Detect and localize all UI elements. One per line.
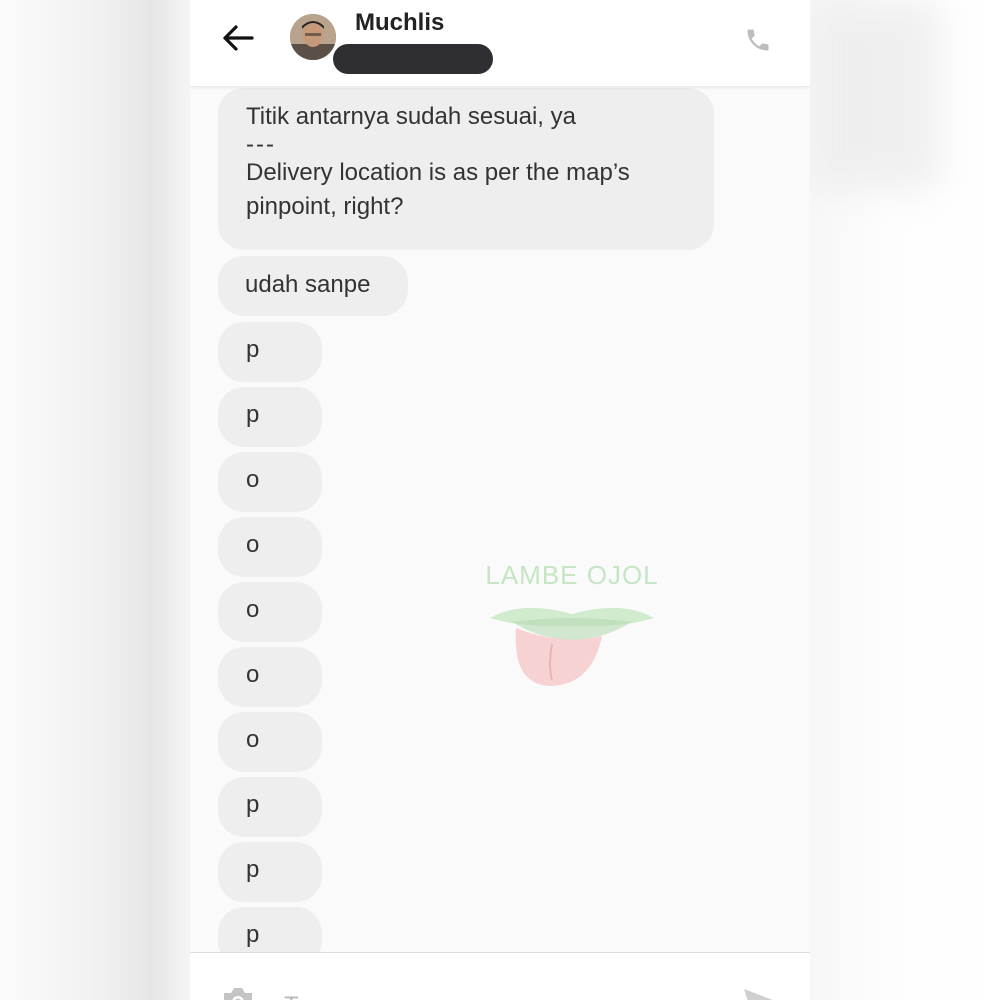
blurred-left-panel (0, 0, 190, 1000)
camera-icon[interactable] (220, 985, 256, 1000)
message-input[interactable] (282, 985, 706, 1000)
avatar-photo (290, 14, 336, 60)
message-text: o (246, 596, 260, 623)
message-bubble[interactable]: o (218, 517, 322, 577)
arrow-left-icon (223, 25, 254, 51)
message-text: o (246, 726, 260, 753)
message-bubble[interactable]: udah sanpe (218, 256, 408, 316)
message-bubble[interactable]: p (218, 777, 322, 837)
message-text: p (246, 921, 260, 948)
message-text: o (246, 531, 260, 558)
message-bubble[interactable]: p (218, 322, 322, 382)
message-bubble[interactable]: p (218, 907, 322, 952)
message-text: udah sanpe (245, 271, 371, 298)
message-bubble[interactable]: o (218, 452, 322, 512)
redacted-info (333, 44, 493, 74)
message-bubble-delivery-location[interactable]: Titik antarnya sudah sesuai, ya --- Deli… (218, 88, 714, 250)
message-line: Titik antarnya sudah sesuai, ya (246, 103, 576, 130)
back-button[interactable] (220, 22, 256, 54)
send-icon[interactable] (742, 987, 780, 1000)
message-text: p (246, 856, 260, 883)
call-button[interactable] (740, 22, 776, 58)
message-bubble[interactable]: p (218, 842, 322, 902)
message-bubble[interactable]: o (218, 647, 322, 707)
chat-screen: Muchlis Titik antarnya sudah sesuai, ya … (190, 0, 810, 1000)
message-composer (190, 952, 810, 1000)
avatar[interactable] (290, 14, 336, 60)
message-bubble[interactable]: o (218, 582, 322, 642)
phone-icon (747, 29, 769, 51)
message-bubble[interactable]: o (218, 712, 322, 772)
message-text: p (246, 401, 260, 428)
message-text: p (246, 791, 260, 818)
message-line: pinpoint, right? (246, 193, 404, 220)
contact-name: Muchlis (355, 9, 445, 36)
message-text: o (246, 466, 260, 493)
chat-header: Muchlis (190, 0, 810, 86)
message-separator: --- (246, 131, 276, 158)
message-line: Delivery location is as per the map’s (246, 159, 630, 186)
message-text: p (246, 336, 260, 363)
blurred-right-panel (810, 0, 1000, 1000)
message-list: Titik antarnya sudah sesuai, ya --- Deli… (190, 86, 810, 952)
blurred-block (810, 0, 940, 190)
message-bubble[interactable]: p (218, 387, 322, 447)
message-text: o (246, 661, 260, 688)
